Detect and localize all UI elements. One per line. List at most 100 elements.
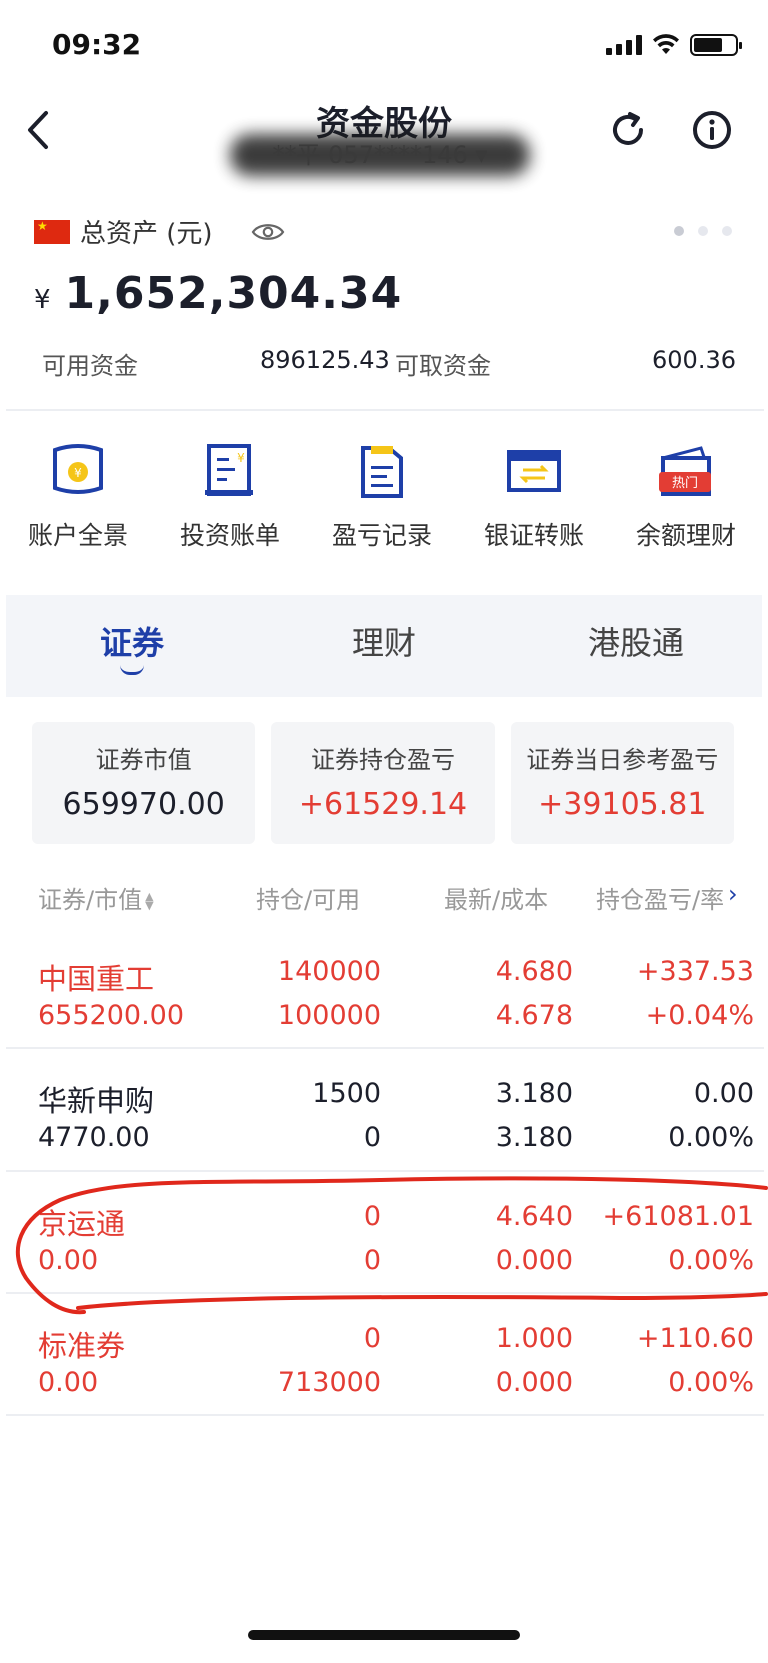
table-row[interactable]: 中国重工 655200.00 140000 100000 4.680 4.678… [0,940,768,1062]
investment-bill-icon: ¥ [205,444,253,496]
active-tab-indicator [120,665,144,675]
quick-item-label: 银证转账 [483,521,584,550]
summary-label: 证券持仓盈亏 [310,746,455,774]
balance-finance-icon: 热门 [659,446,711,496]
page-dot [722,226,732,236]
summary-label: 证券市值 [95,746,192,774]
tab-wealth[interactable]: 理财 [258,595,510,697]
divider [6,1414,764,1416]
cost-price: 0.000 [495,1367,573,1398]
tab-label: 港股通 [587,624,684,662]
cost-price: 0.000 [495,1245,573,1276]
column-header-label: 持仓盈亏/率 [596,886,725,914]
total-assets-value: 1,652,304.34 [64,268,403,319]
divider [6,1292,764,1294]
column-header-label: 证券/市值 [38,886,143,914]
position-pnl: +110.60 [636,1323,754,1354]
position-qty: 0 [363,1323,381,1354]
quick-item-profit-record[interactable]: 盈亏记录 [306,440,458,560]
nav-header: 资金股份 **平 057****146 ▾ [0,92,768,180]
available-funds-value: 896125.43 [260,346,390,374]
account-overview-icon: ¥ [53,444,103,494]
signal-icon [606,35,642,55]
cost-price: 4.678 [495,1000,573,1031]
column-header-label: 最新/成本 [444,886,549,914]
quick-item-label: 账户全景 [27,521,128,550]
quick-item-balance-finance[interactable]: 热门 余额理财 [610,440,762,560]
quick-menu: ¥ 账户全景 ¥ 投资账单 盈亏记录 银证转账 热门 余额理财 [0,440,768,560]
refresh-button[interactable] [604,106,652,154]
summary-value: 659970.00 [62,787,225,822]
battery-icon [690,34,742,56]
table-row[interactable]: 京运通 0.00 0 0 4.640 0.000 +61081.01 0.00% [0,1185,768,1307]
position-qty: 1500 [312,1078,381,1109]
tab-label: 证券 [99,624,164,662]
summary-value: +39105.81 [538,787,707,822]
position-pnl: +337.53 [636,956,754,987]
total-assets-label: 总资产 (元) [80,219,213,249]
column-header-position[interactable]: 持仓/可用 [256,880,360,915]
account-selector[interactable]: **平 057****146 ▾ [230,134,530,176]
summary-cards: 证券市值 659970.00 证券持仓盈亏 +61529.14 证券当日参考盈亏… [32,722,734,844]
summary-value: +61529.14 [298,787,468,822]
tab-securities[interactable]: 证券 [6,595,258,697]
page-dot [674,226,684,236]
home-indicator[interactable] [248,1630,520,1640]
market-value: 0.00 [38,1245,99,1276]
withdrawable-funds-value: 600.36 [652,346,736,374]
quick-item-investment-bill[interactable]: ¥ 投资账单 [154,440,306,560]
column-header-pnl[interactable]: 持仓盈亏/率 [596,880,736,915]
market-value: 655200.00 [38,1000,185,1031]
total-assets-header: 总资产 (元) [34,213,285,250]
total-assets: ¥ 1,652,304.34 [34,268,402,319]
currency-symbol: ¥ [34,285,51,315]
status-icons [606,34,742,56]
svg-text:¥: ¥ [237,451,245,465]
table-row[interactable]: 标准券 0.00 0 713000 1.000 0.000 +110.60 0.… [0,1307,768,1429]
funds-row: 可用资金 896125.43 可取资金 600.36 [0,346,768,382]
available-qty: 713000 [277,1367,381,1398]
page-indicator [674,226,732,236]
column-header-security[interactable]: 证券/市值 ▲ ▼ [38,880,155,915]
available-qty: 0 [363,1245,381,1276]
latest-price: 3.180 [495,1078,573,1109]
hot-badge: 热门 [672,476,698,491]
column-header-label: 持仓/可用 [256,886,361,914]
page-dot [698,226,708,236]
info-button[interactable] [688,106,736,154]
quick-item-bank-transfer[interactable]: 银证转账 [458,440,610,560]
info-icon [693,111,731,149]
svg-text:¥: ¥ [74,466,82,480]
divider [6,1047,764,1049]
security-name: 中国重工 [38,962,155,996]
bank-transfer-icon [507,450,561,492]
status-bar: 09:32 [0,0,768,92]
china-flag-icon [34,219,70,244]
summary-card-daily-pnl: 证券当日参考盈亏 +39105.81 [510,722,734,844]
position-pnl: 0.00 [693,1078,754,1109]
divider [6,409,764,411]
available-funds-label: 可用资金 [42,352,138,380]
summary-label: 证券当日参考盈亏 [526,746,719,774]
wifi-icon [653,34,679,54]
quick-item-account-overview[interactable]: ¥ 账户全景 [2,440,154,560]
position-qty: 140000 [277,956,381,987]
pnl-rate: 0.00% [668,1367,754,1398]
pnl-rate: 0.00% [668,1245,754,1276]
tab-bar: 证券 理财 港股通 [6,595,762,697]
tab-label: 理财 [351,624,416,662]
position-qty: 0 [363,1201,381,1232]
cost-price: 3.180 [495,1122,573,1153]
holdings-table-header: 证券/市值 ▲ ▼ 持仓/可用 最新/成本 持仓盈亏/率 › [0,880,768,920]
chevron-right-icon[interactable]: › [728,880,738,908]
pnl-rate: +0.04% [645,1000,754,1031]
table-row[interactable]: 华新申购 4770.00 1500 0 3.180 3.180 0.00 0.0… [0,1062,768,1184]
tab-hk-connect[interactable]: 港股通 [510,595,762,697]
divider [6,1170,764,1172]
eye-icon[interactable] [251,221,285,243]
status-time: 09:32 [52,28,142,61]
latest-price: 1.000 [495,1323,573,1354]
quick-item-label: 投资账单 [179,521,280,550]
refresh-icon [613,112,643,145]
column-header-price[interactable]: 最新/成本 [444,880,548,915]
